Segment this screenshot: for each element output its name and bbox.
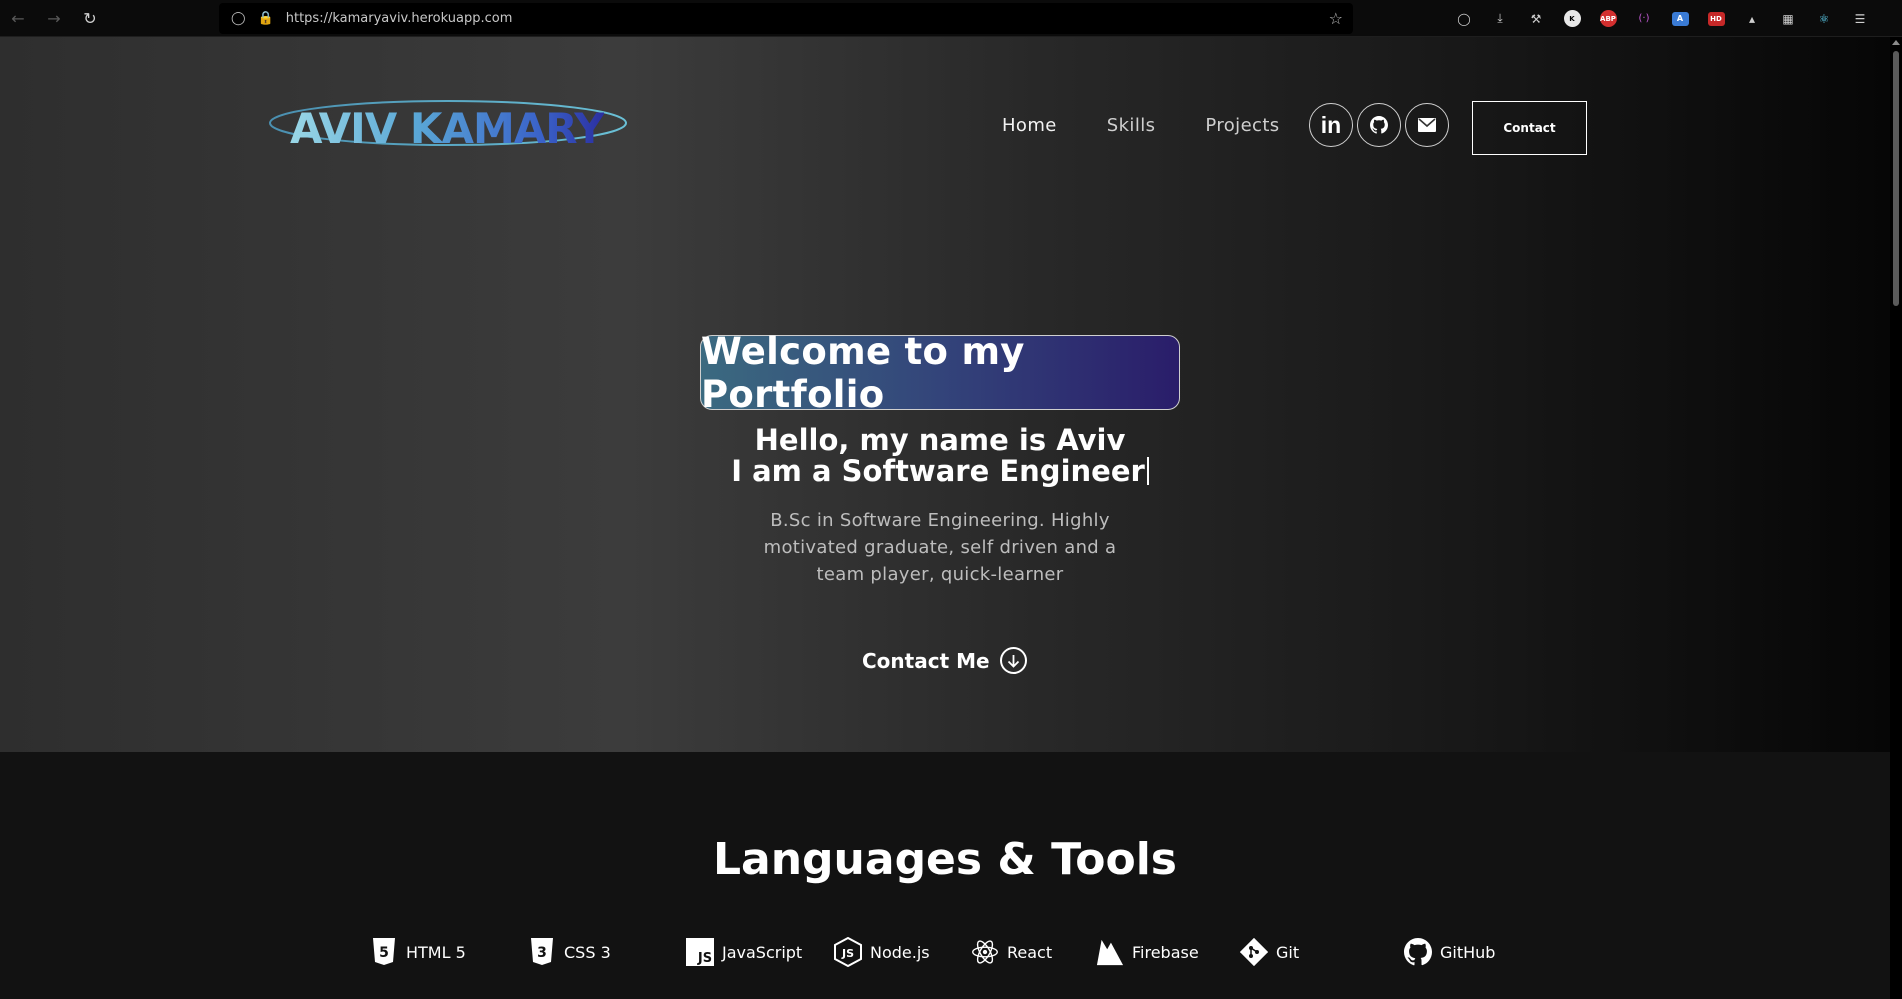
github-icon[interactable]	[1357, 103, 1401, 147]
react-devtools-icon[interactable]: ⚛	[1808, 3, 1840, 35]
nav-home[interactable]: Home	[1002, 115, 1057, 136]
shield-icon[interactable]: ◯	[231, 11, 246, 26]
intro-heading: Hello, my name is Aviv I am a Software E…	[640, 425, 1240, 487]
tool-github: GitHub	[1404, 937, 1495, 967]
typing-cursor	[1146, 457, 1149, 485]
tool-label: JavaScript	[722, 942, 803, 962]
welcome-banner: Welcome to my Portfolio	[700, 330, 1180, 416]
arrow-down-circle-icon[interactable]	[999, 647, 1027, 674]
nav-skills[interactable]: Skills	[1107, 115, 1156, 136]
intro-line-1: Hello, my name is Aviv	[754, 423, 1126, 457]
forward-icon[interactable]: →	[36, 0, 72, 36]
tool-label: Firebase	[1132, 942, 1199, 962]
github-logo-icon	[1404, 937, 1432, 967]
nodejs-icon: JS	[834, 937, 862, 967]
address-bar[interactable]: ◯ 🔒 https://kamaryaviv.herokuapp.com ☆	[219, 3, 1353, 34]
tool-html5: 5 HTML 5	[370, 937, 466, 967]
firebase-icon	[1096, 937, 1124, 967]
tool-nodejs: JS Node.js	[834, 937, 930, 967]
bracket-extension-icon[interactable]: (·)	[1628, 3, 1660, 35]
hd-extension-icon[interactable]: HD	[1700, 3, 1732, 35]
scroll-up-icon[interactable]	[1892, 40, 1900, 45]
javascript-icon: JS	[686, 937, 714, 967]
scroll-thumb[interactable]	[1893, 51, 1899, 306]
email-icon[interactable]	[1405, 103, 1449, 147]
git-icon	[1240, 937, 1268, 967]
logo-text: AVIV KAMARY	[290, 104, 605, 153]
tool-react: React	[971, 937, 1052, 967]
intro-line-2: I am a Software Engineer	[731, 454, 1145, 488]
page-scrollbar[interactable]	[1890, 37, 1902, 999]
extensions-bar: ◯ ⤓ ⚒ K ABP (·) A HD ▴ ▦ ⚛ ☰	[1448, 0, 1876, 37]
k-extension-icon[interactable]: K	[1556, 3, 1588, 35]
tool-git: Git	[1240, 937, 1299, 967]
lock-icon[interactable]: 🔒	[258, 11, 274, 26]
skills-title: Languages & Tools	[713, 834, 1177, 885]
svg-text:5: 5	[379, 945, 389, 961]
svg-text:JS: JS	[697, 951, 712, 966]
hero-section: AVIV KAMARY Home Skills Projects in Cont…	[0, 37, 1890, 752]
tool-css3: 3 CSS 3	[528, 937, 611, 967]
contact-button[interactable]: Contact	[1472, 101, 1587, 155]
tool-label: CSS 3	[564, 942, 611, 962]
intro-description: B.Sc in Software Engineering. Highly mot…	[763, 510, 1117, 585]
tool-firebase: Firebase	[1096, 937, 1199, 967]
svg-text:3: 3	[537, 945, 547, 961]
contact-me-link[interactable]: Contact Me	[862, 647, 1027, 674]
download-icon[interactable]: ⤓	[1484, 3, 1516, 35]
translate-icon[interactable]: A	[1664, 3, 1696, 35]
tools-list: 5 HTML 5 3 CSS 3 JS JavaScript JS Node.j…	[0, 937, 1890, 973]
menu-icon[interactable]: ☰	[1844, 3, 1876, 35]
tool-label: HTML 5	[406, 942, 466, 962]
linkedin-icon[interactable]: in	[1309, 103, 1353, 147]
tool-label: React	[1007, 942, 1053, 962]
qr-code-icon[interactable]: ▦	[1772, 3, 1804, 35]
logo[interactable]: AVIV KAMARY	[268, 92, 630, 154]
pocket-icon[interactable]: ◯	[1448, 3, 1480, 35]
intro-line-2-wrap: I am a Software Engineer	[640, 456, 1240, 487]
tool-label: GitHub	[1440, 942, 1496, 962]
contact-me-label[interactable]: Contact Me	[862, 649, 990, 673]
adblock-icon[interactable]: ABP	[1592, 3, 1624, 35]
react-icon	[971, 937, 999, 967]
tool-label: Node.js	[870, 942, 930, 962]
back-icon[interactable]: ←	[0, 0, 36, 36]
wrench-icon[interactable]: ⚒	[1520, 3, 1552, 35]
svg-text:JS: JS	[841, 947, 854, 960]
sneaker-icon[interactable]: ▴	[1736, 3, 1768, 35]
tool-label: Git	[1276, 942, 1300, 962]
html5-icon: 5	[370, 937, 398, 967]
reload-icon[interactable]: ↻	[72, 0, 108, 36]
skills-section: Languages & Tools 5 HTML 5 3 CSS 3 JS Ja…	[0, 752, 1890, 999]
browser-toolbar: ← → ↻ ◯ 🔒 https://kamaryaviv.herokuapp.c…	[0, 0, 1902, 37]
url-text[interactable]: https://kamaryaviv.herokuapp.com	[286, 11, 513, 26]
tool-javascript: JS JavaScript	[686, 937, 802, 967]
bookmark-star-icon[interactable]: ☆	[1329, 9, 1343, 28]
nav-projects[interactable]: Projects	[1205, 115, 1279, 136]
css3-icon: 3	[528, 937, 556, 967]
top-nav: Home Skills Projects	[1002, 115, 1280, 136]
